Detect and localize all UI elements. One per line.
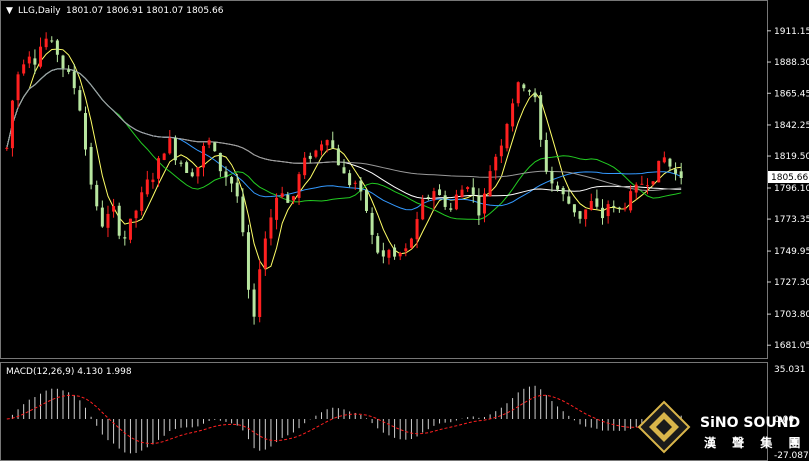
price-tick-label: 1703.80 bbox=[774, 310, 809, 320]
price-tick-label: 1796.10 bbox=[774, 184, 809, 194]
candle bbox=[539, 91, 543, 147]
price-tick-label: 1911.15 bbox=[774, 27, 809, 37]
candle bbox=[162, 152, 166, 161]
candle bbox=[376, 233, 380, 255]
macd-title: MACD(12,26,9) 4.130 1.998 bbox=[6, 367, 132, 377]
candle bbox=[657, 160, 661, 183]
price-tick-label: 1819.50 bbox=[774, 152, 809, 162]
candle bbox=[409, 237, 413, 250]
price-tick-label: 1773.35 bbox=[774, 215, 809, 225]
macd-tick-label: -27.087 bbox=[774, 451, 809, 461]
candle bbox=[83, 106, 87, 156]
macd-tick-label: 35.031 bbox=[774, 365, 806, 375]
candle bbox=[10, 99, 14, 157]
candle bbox=[213, 141, 217, 152]
chart-svg: 1911.15 1888.30 1865.45 1842.25 1819.50 1796.… bbox=[0, 0, 809, 461]
candle bbox=[246, 224, 250, 299]
dropdown-triangle-icon[interactable]: ▼ bbox=[6, 6, 13, 16]
ohlc-values: 1801.07 1806.91 1801.07 1805.66 bbox=[66, 6, 224, 16]
candle bbox=[364, 188, 368, 213]
candle bbox=[185, 160, 189, 174]
price-tick-label: 1865.45 bbox=[774, 89, 809, 99]
chart-background bbox=[0, 0, 809, 461]
candle bbox=[128, 218, 132, 244]
price-tick-label: 1749.95 bbox=[774, 247, 809, 257]
candle bbox=[89, 142, 93, 190]
current-price-label: 1805.66 bbox=[771, 173, 808, 183]
candle bbox=[505, 122, 509, 152]
logo-name: SiNO SOUND bbox=[700, 415, 800, 431]
candle bbox=[258, 259, 262, 323]
logo-chinese: 漢 聲 集 團 bbox=[704, 435, 807, 450]
price-tick-label: 1888.30 bbox=[774, 58, 809, 68]
price-tick-label: 1727.30 bbox=[774, 278, 809, 288]
candle bbox=[516, 81, 520, 107]
candle bbox=[117, 202, 121, 240]
chart-title: LLG,Daily bbox=[18, 6, 61, 16]
price-tick-label: 1842.25 bbox=[774, 121, 809, 131]
candle bbox=[95, 180, 99, 211]
price-tick-label: 1681.05 bbox=[774, 341, 809, 351]
